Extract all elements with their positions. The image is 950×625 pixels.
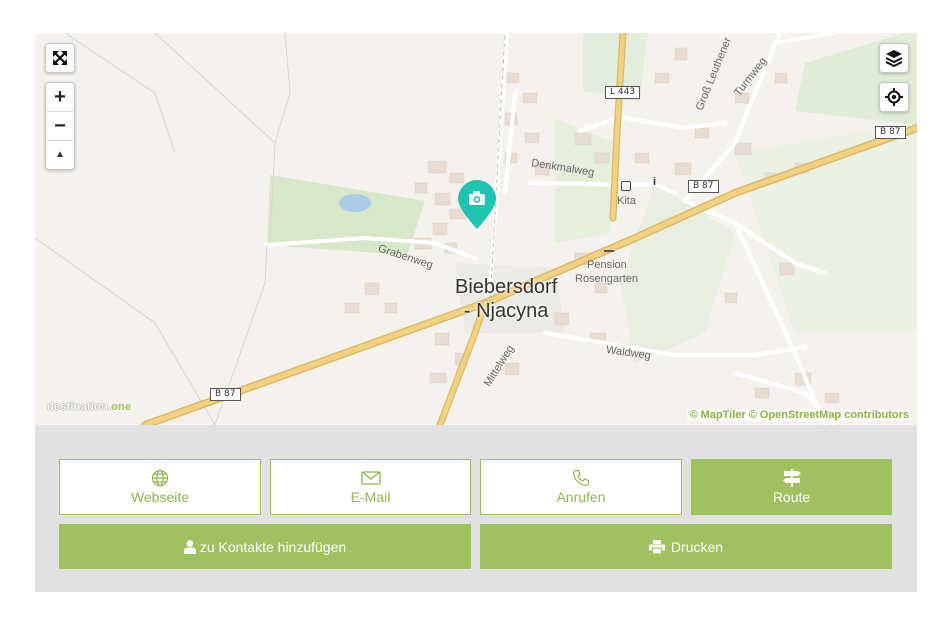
crosshair-icon — [885, 88, 903, 106]
layers-control[interactable] — [879, 43, 909, 73]
road-shield-l443: L 443 — [605, 86, 641, 99]
route-button-label: Route — [772, 489, 811, 505]
website-button-label: Webseite — [130, 489, 190, 505]
road-shield-b87: B 87 — [688, 180, 719, 193]
layers-icon — [885, 50, 903, 67]
bus-stop-icon — [621, 181, 631, 191]
zoom-control: + − ▲ — [45, 82, 75, 170]
locate-control[interactable] — [879, 82, 909, 112]
email-button-label: E-Mail — [350, 489, 391, 505]
call-button-label: Anrufen — [556, 489, 606, 505]
zoom-out-button[interactable]: − — [46, 111, 74, 140]
info-icon: i — [653, 176, 657, 188]
poi-label-kita: Kita — [617, 195, 636, 207]
fullscreen-button[interactable] — [46, 44, 74, 72]
print-button-label: Drucken — [670, 538, 724, 555]
printer-icon — [648, 539, 665, 554]
globe-icon — [151, 469, 169, 487]
call-button[interactable]: Anrufen — [480, 459, 682, 515]
road-shield-b87: B 87 — [210, 388, 241, 401]
town-name-line1: Biebersdorf — [455, 276, 558, 298]
map-attribution[interactable]: © MapTiler © OpenStreetMap contributors — [687, 409, 911, 421]
email-button[interactable]: E-Mail — [270, 459, 471, 515]
expand-icon — [52, 50, 68, 66]
envelope-icon — [360, 469, 381, 487]
map[interactable]: Denkmalweg Grabenweg Waldweg Mittelweg G… — [35, 33, 917, 425]
fullscreen-control[interactable] — [45, 43, 75, 73]
locate-button[interactable] — [880, 83, 908, 111]
layers-button[interactable] — [880, 44, 908, 72]
bed-icon — [604, 244, 614, 252]
phone-icon — [572, 469, 590, 487]
add-contact-button[interactable]: zu Kontakte hinzufügen — [59, 524, 471, 569]
marker-pin-icon — [458, 180, 496, 229]
compass-icon: ▲ — [55, 149, 65, 160]
website-button[interactable]: Webseite — [59, 459, 261, 515]
poi-label-rosengarten: Rosengarten — [575, 273, 638, 285]
poi-label-pension: Pension — [587, 259, 627, 271]
compass-button[interactable]: ▲ — [46, 140, 74, 169]
town-name: Biebersdorf - Njacyna — [455, 275, 557, 323]
print-button[interactable]: Drucken — [480, 524, 892, 569]
road-shield-b87: B 87 — [875, 126, 906, 139]
add-contact-button-label: zu Kontakte hinzufügen — [199, 538, 347, 555]
signpost-icon — [782, 469, 802, 487]
user-icon — [183, 539, 196, 554]
location-marker[interactable] — [456, 179, 498, 231]
destination-one-watermark: destination.one — [47, 401, 132, 413]
zoom-in-button[interactable]: + — [46, 83, 74, 111]
town-name-line2: - Njacyna — [463, 300, 549, 322]
route-button[interactable]: Route — [691, 459, 892, 515]
